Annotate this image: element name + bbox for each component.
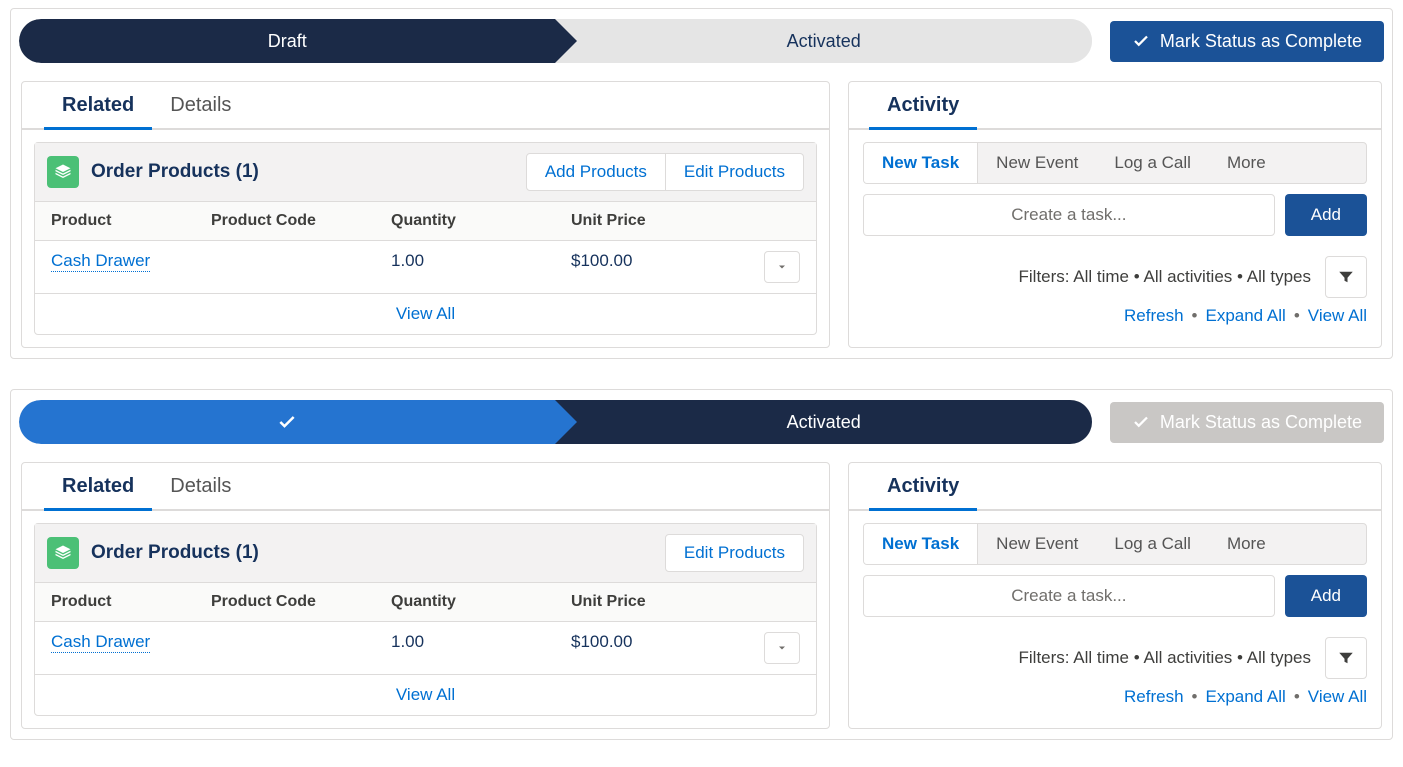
- add-task-button[interactable]: Add: [1285, 575, 1367, 617]
- col-quantity: Quantity: [391, 593, 571, 611]
- card-title: Order Products (1): [91, 161, 526, 183]
- tab-details[interactable]: Details: [152, 463, 249, 511]
- create-task-input[interactable]: [863, 575, 1275, 617]
- col-product-code: Product Code: [211, 593, 391, 611]
- subtab-new-task[interactable]: New Task: [864, 524, 978, 564]
- chevron-right-icon: [555, 400, 577, 444]
- subtab-log-call[interactable]: Log a Call: [1096, 143, 1209, 183]
- record-panel: Draft Activated Mark Status as Complete …: [10, 8, 1393, 359]
- col-product: Product: [51, 212, 211, 230]
- create-task-input[interactable]: [863, 194, 1275, 236]
- row-menu-button[interactable]: [764, 632, 800, 664]
- layers-icon: [47, 537, 79, 569]
- record-panel: Activated Mark Status as Complete Relate…: [10, 389, 1393, 740]
- left-tabs: Related Details: [22, 82, 829, 130]
- path-bar: Draft Activated Mark Status as Complete: [19, 19, 1384, 63]
- activity-view-all-link[interactable]: View All: [1308, 687, 1367, 707]
- tab-related[interactable]: Related: [44, 463, 152, 511]
- cell-code: [211, 632, 391, 664]
- refresh-link[interactable]: Refresh: [1124, 306, 1184, 326]
- filter-icon: [1337, 649, 1355, 667]
- stage-label: Activated: [787, 31, 861, 52]
- stage-label: Activated: [787, 412, 861, 433]
- col-unit-price: Unit Price: [571, 212, 800, 230]
- order-products-card: Order Products (1) Add Products Edit Pro…: [34, 142, 817, 335]
- check-icon: [1132, 413, 1150, 431]
- activity-tabs: Activity: [849, 463, 1381, 511]
- chevron-down-icon: [776, 261, 788, 273]
- view-all-link[interactable]: View All: [35, 675, 816, 715]
- refresh-link[interactable]: Refresh: [1124, 687, 1184, 707]
- status-stage-draft[interactable]: Draft: [19, 19, 555, 63]
- filter-summary: Filters: All time • All activities • All…: [1019, 648, 1312, 668]
- stage-label: Draft: [268, 31, 307, 52]
- expand-all-link[interactable]: Expand All: [1205, 687, 1285, 707]
- layers-icon: [47, 156, 79, 188]
- status-stage-draft[interactable]: [19, 400, 555, 444]
- card-title: Order Products (1): [91, 542, 665, 564]
- activity-subtabs: New Task New Event Log a Call More: [863, 523, 1367, 565]
- subtab-more[interactable]: More: [1209, 143, 1284, 183]
- filter-summary: Filters: All time • All activities • All…: [1019, 267, 1312, 287]
- left-tabs: Related Details: [22, 463, 829, 511]
- expand-all-link[interactable]: Expand All: [1205, 306, 1285, 326]
- subtab-new-event[interactable]: New Event: [978, 524, 1096, 564]
- cell-qty: 1.00: [391, 251, 571, 283]
- col-product: Product: [51, 593, 211, 611]
- status-stage-activated[interactable]: Activated: [555, 400, 1091, 444]
- filter-button[interactable]: [1325, 256, 1367, 298]
- edit-products-button[interactable]: Edit Products: [666, 153, 804, 191]
- cell-price: $100.00: [571, 632, 760, 664]
- tab-details[interactable]: Details: [152, 82, 249, 130]
- card-header: Order Products (1) Add Products Edit Pro…: [35, 143, 816, 202]
- table-header: Product Product Code Quantity Unit Price: [35, 583, 816, 622]
- table-row: Cash Drawer 1.00 $100.00: [35, 622, 816, 675]
- mark-status-complete-button: Mark Status as Complete: [1110, 402, 1384, 443]
- related-panel: Related Details Order Products (1) Add P…: [21, 81, 830, 348]
- status-stage-activated[interactable]: Activated: [555, 19, 1091, 63]
- activity-panel: Activity New Task New Event Log a Call M…: [848, 462, 1382, 729]
- status-path: Activated: [19, 400, 1092, 444]
- activity-tabs: Activity: [849, 82, 1381, 130]
- related-panel: Related Details Order Products (1) Edit …: [21, 462, 830, 729]
- filter-icon: [1337, 268, 1355, 286]
- status-path: Draft Activated: [19, 19, 1092, 63]
- activity-subtabs: New Task New Event Log a Call More: [863, 142, 1367, 184]
- table-header: Product Product Code Quantity Unit Price: [35, 202, 816, 241]
- subtab-new-event[interactable]: New Event: [978, 143, 1096, 183]
- mark-status-complete-button[interactable]: Mark Status as Complete: [1110, 21, 1384, 62]
- tab-activity[interactable]: Activity: [869, 463, 977, 511]
- add-task-button[interactable]: Add: [1285, 194, 1367, 236]
- row-menu-button[interactable]: [764, 251, 800, 283]
- activity-view-all-link[interactable]: View All: [1308, 306, 1367, 326]
- order-products-card: Order Products (1) Edit Products Product…: [34, 523, 817, 716]
- tab-activity[interactable]: Activity: [869, 82, 977, 130]
- subtab-more[interactable]: More: [1209, 524, 1284, 564]
- subtab-new-task[interactable]: New Task: [864, 143, 978, 183]
- tab-related[interactable]: Related: [44, 82, 152, 130]
- col-unit-price: Unit Price: [571, 593, 800, 611]
- edit-products-button[interactable]: Edit Products: [665, 534, 804, 572]
- table-row: Cash Drawer 1.00 $100.00: [35, 241, 816, 294]
- add-products-button[interactable]: Add Products: [526, 153, 666, 191]
- cell-price: $100.00: [571, 251, 760, 283]
- product-link[interactable]: Cash Drawer: [51, 632, 150, 653]
- subtab-log-call[interactable]: Log a Call: [1096, 524, 1209, 564]
- cell-code: [211, 251, 391, 283]
- cell-qty: 1.00: [391, 632, 571, 664]
- product-link[interactable]: Cash Drawer: [51, 251, 150, 272]
- check-icon: [277, 412, 297, 432]
- path-bar: Activated Mark Status as Complete: [19, 400, 1384, 444]
- check-icon: [1132, 32, 1150, 50]
- col-product-code: Product Code: [211, 212, 391, 230]
- activity-panel: Activity New Task New Event Log a Call M…: [848, 81, 1382, 348]
- chevron-down-icon: [776, 642, 788, 654]
- col-quantity: Quantity: [391, 212, 571, 230]
- card-header: Order Products (1) Edit Products: [35, 524, 816, 583]
- view-all-link[interactable]: View All: [35, 294, 816, 334]
- chevron-right-icon: [555, 19, 577, 63]
- filter-button[interactable]: [1325, 637, 1367, 679]
